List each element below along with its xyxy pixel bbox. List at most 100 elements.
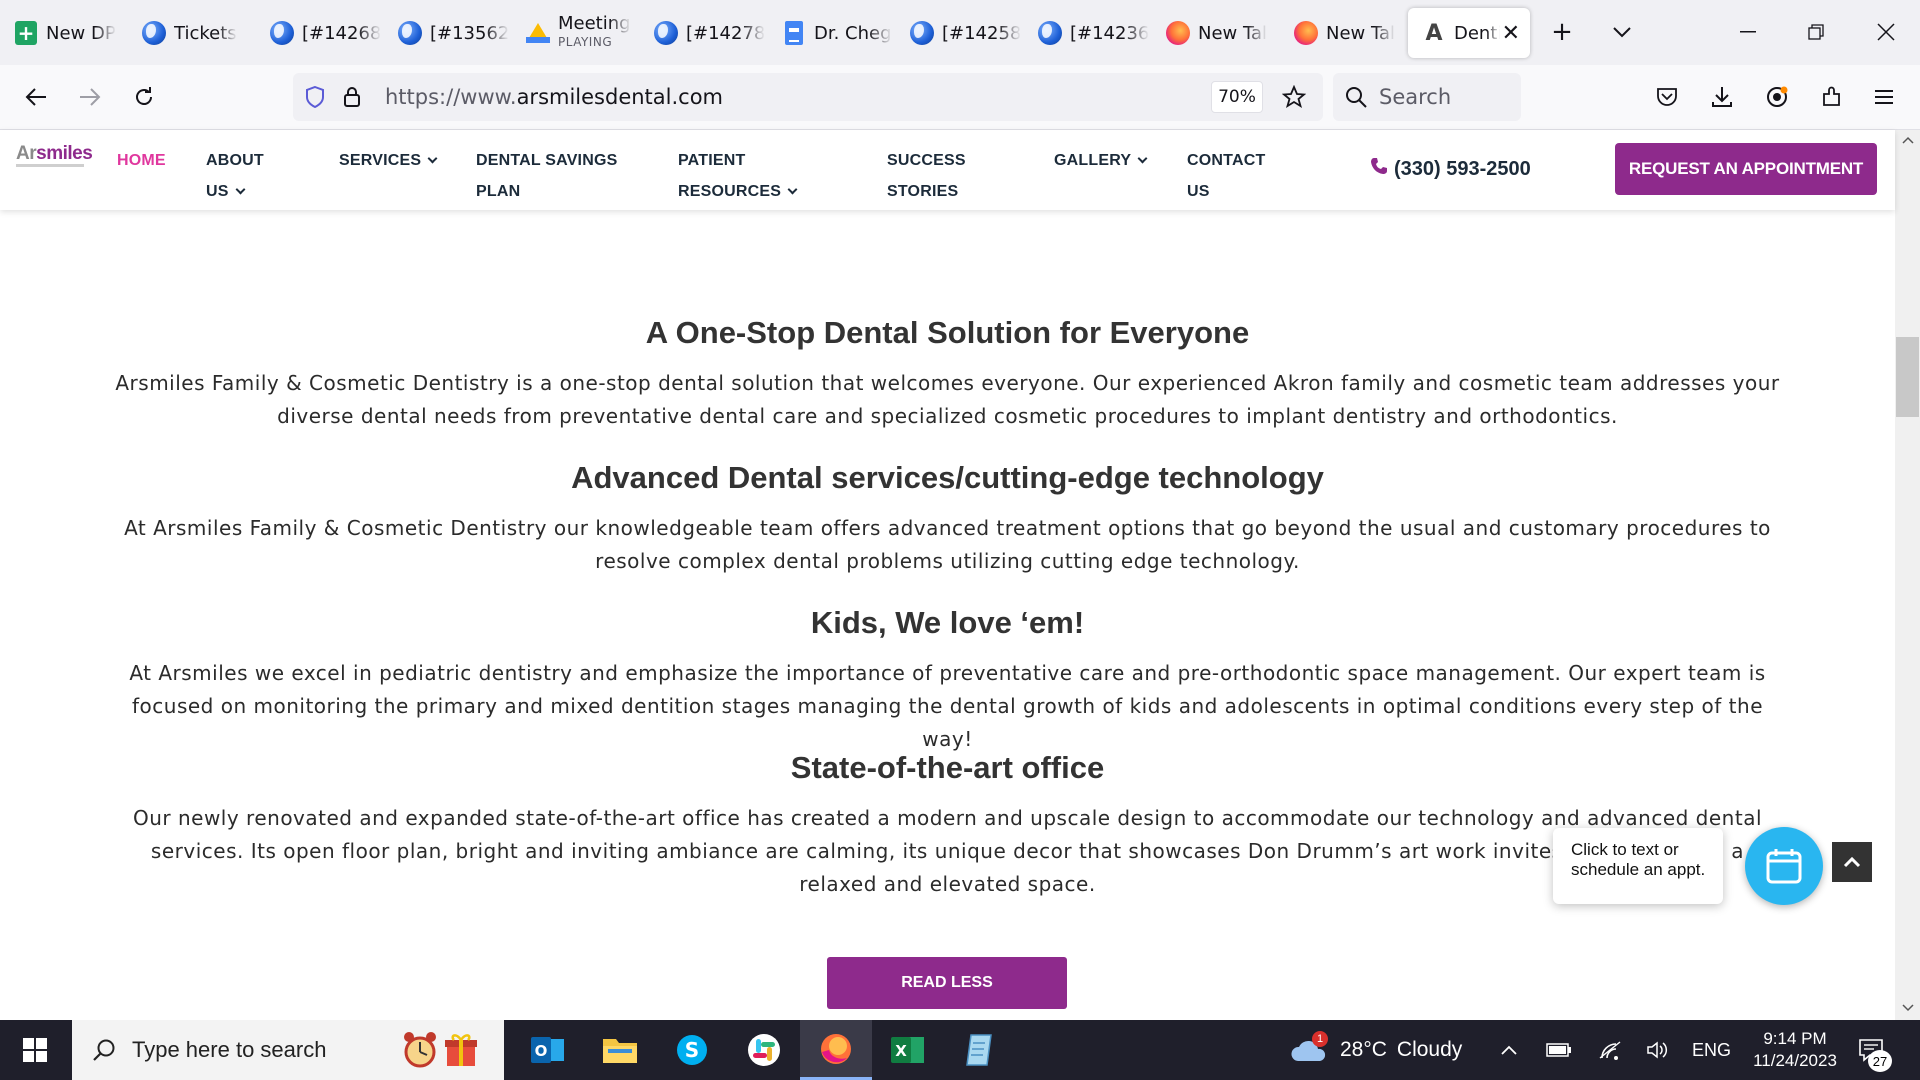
nav-dental-savings-plan[interactable]: DENTAL SAVINGS PLAN [476, 145, 617, 207]
tab-new-tab-2[interactable]: New Tal [1280, 8, 1406, 58]
tab-meeting[interactable]: Meeting PLAYING [512, 8, 638, 58]
wifi-icon[interactable] [1598, 1020, 1622, 1080]
account-icon[interactable] [1755, 75, 1799, 119]
close-tab-icon[interactable]: ✕ [1502, 21, 1520, 46]
tab-new-dp[interactable]: + New DP [0, 8, 126, 58]
gift-icon [444, 1032, 478, 1068]
section-body: Arsmiles Family & Cosmetic Dentistry is … [115, 371, 1780, 428]
notification-center-button[interactable]: 27 [1858, 1020, 1892, 1080]
pocket-icon[interactable] [1645, 75, 1689, 119]
nav-services-label: SERVICES [339, 152, 422, 169]
scroll-up-arrow-icon[interactable] [1895, 130, 1920, 150]
section-kids: Kids, We love ‘em! At Arsmiles we excel … [110, 605, 1785, 756]
bookmark-star-icon[interactable] [1272, 75, 1316, 119]
phone-link[interactable]: (330) 593-2500 [1370, 157, 1531, 181]
clock[interactable]: 9:14 PM 11/24/2023 [1740, 1020, 1850, 1080]
notepad-app[interactable] [944, 1020, 1016, 1080]
scroll-down-arrow-icon[interactable] [1895, 998, 1920, 1018]
nav-patient-resources[interactable]: PATIENT RESOURCES [678, 145, 798, 207]
close-window-icon[interactable] [1866, 12, 1906, 52]
navigation-toolbar: https://www.arsmilesdental.com Search [0, 65, 1920, 130]
tab-dental-active[interactable]: A Denti ✕ [1408, 8, 1530, 58]
scrollbar-thumb[interactable] [1896, 337, 1919, 417]
skype-app[interactable]: S [656, 1020, 728, 1080]
page-scrollbar[interactable] [1895, 130, 1920, 1020]
show-hidden-icons-button[interactable] [1500, 1020, 1518, 1080]
excel-app[interactable]: X [872, 1020, 944, 1080]
nav-gallery[interactable]: GALLERY [1054, 145, 1148, 176]
extensions-icon[interactable] [1810, 75, 1854, 119]
nav-about-us[interactable]: ABOUT US [206, 145, 264, 207]
chat-tooltip[interactable]: Click to text or schedule an appt. [1553, 828, 1723, 904]
new-tab-button[interactable]: + [1542, 12, 1582, 52]
tab-ticket-14268[interactable]: [#14268 [256, 8, 382, 58]
weather-description: Cloudy [1396, 1038, 1463, 1061]
section-office: State-of-the-art office Our newly renova… [110, 750, 1785, 901]
nav-about-label: ABOUT [206, 152, 264, 169]
cloud-icon: 1 [1290, 1031, 1330, 1063]
globe-icon [654, 21, 678, 45]
menu-hamburger-icon[interactable] [1862, 75, 1906, 119]
slack-app[interactable] [728, 1020, 800, 1080]
zoom-level-button[interactable]: 70% [1211, 81, 1263, 113]
url-text[interactable]: https://www.arsmilesdental.com [385, 85, 723, 109]
reload-button[interactable] [122, 75, 166, 119]
calendar-icon [1765, 847, 1803, 885]
taskbar-search-box[interactable]: Type here to search [72, 1020, 504, 1080]
chevron-up-icon [1500, 1044, 1518, 1056]
tab-tickets[interactable]: Tickets [128, 8, 254, 58]
section-body: At Arsmiles Family & Cosmetic Dentistry … [124, 516, 1771, 573]
tab-ticket-14236[interactable]: [#14236 [1024, 8, 1150, 58]
nav-success-stories[interactable]: SUCCESS STORIES [887, 145, 966, 207]
list-tabs-chevron-icon[interactable] [1602, 12, 1642, 52]
section-body: At Arsmiles we excel in pediatric dentis… [129, 661, 1766, 751]
chevron-down-icon [427, 153, 438, 164]
start-button[interactable] [0, 1020, 70, 1080]
scroll-to-top-button[interactable] [1832, 842, 1872, 882]
schedule-calendar-button[interactable] [1745, 827, 1823, 905]
site-header: Arsmiles HOME ABOUT US SERVICES DENTAL S… [0, 130, 1895, 210]
search-placeholder: Search [1379, 85, 1452, 109]
tab-ticket-14278[interactable]: [#14278 [640, 8, 766, 58]
logo-tagline [16, 164, 84, 167]
notepad-icon [965, 1033, 995, 1067]
nav-savings-label-2: PLAN [476, 183, 521, 200]
weather-widget[interactable]: 1 28°C Cloudy [1290, 1020, 1462, 1080]
svg-text:O: O [535, 1042, 548, 1060]
downloads-icon[interactable] [1700, 75, 1744, 119]
lock-icon[interactable] [343, 86, 373, 108]
nav-contact-us[interactable]: CONTACT US [1187, 145, 1265, 207]
read-less-button[interactable]: READ LESS [827, 957, 1067, 1009]
file-explorer-app[interactable] [584, 1020, 656, 1080]
outlook-app[interactable]: O [512, 1020, 584, 1080]
minimize-icon[interactable] [1728, 12, 1768, 52]
slack-icon [747, 1033, 781, 1067]
tab-label: Dr. Cheg [814, 22, 892, 44]
nav-services[interactable]: SERVICES [339, 145, 438, 176]
phone-icon [1370, 157, 1388, 181]
tab-ticket-13562[interactable]: [#13562 [384, 8, 510, 58]
tab-new-tab-1[interactable]: New Tal [1152, 8, 1278, 58]
tab-ticket-14258[interactable]: [#14258 [896, 8, 1022, 58]
nav-home[interactable]: HOME [117, 145, 166, 176]
globe-icon [270, 21, 294, 45]
back-button[interactable] [14, 75, 58, 119]
site-logo[interactable]: Arsmiles [16, 143, 93, 165]
chevron-down-icon [787, 184, 798, 195]
restore-icon[interactable] [1796, 12, 1836, 52]
forward-button[interactable] [68, 75, 112, 119]
site-icon: A [1425, 20, 1443, 46]
request-appointment-button[interactable]: REQUEST AN APPOINTMENT [1615, 143, 1877, 195]
battery-icon[interactable] [1546, 1020, 1572, 1080]
tab-label: [#14236 [1070, 22, 1150, 44]
tracking-shield-icon[interactable] [305, 86, 335, 108]
tab-dr-cheg[interactable]: Dr. Cheg [768, 8, 894, 58]
svg-text:X: X [895, 1042, 907, 1060]
search-box[interactable]: Search [1333, 73, 1521, 121]
language-indicator[interactable]: ENG [1692, 1020, 1731, 1080]
globe-icon [1038, 21, 1062, 45]
firefox-icon [819, 1032, 853, 1066]
firefox-app[interactable] [800, 1020, 872, 1080]
volume-icon[interactable] [1646, 1020, 1670, 1080]
url-bar[interactable]: https://www.arsmilesdental.com [293, 73, 1323, 121]
